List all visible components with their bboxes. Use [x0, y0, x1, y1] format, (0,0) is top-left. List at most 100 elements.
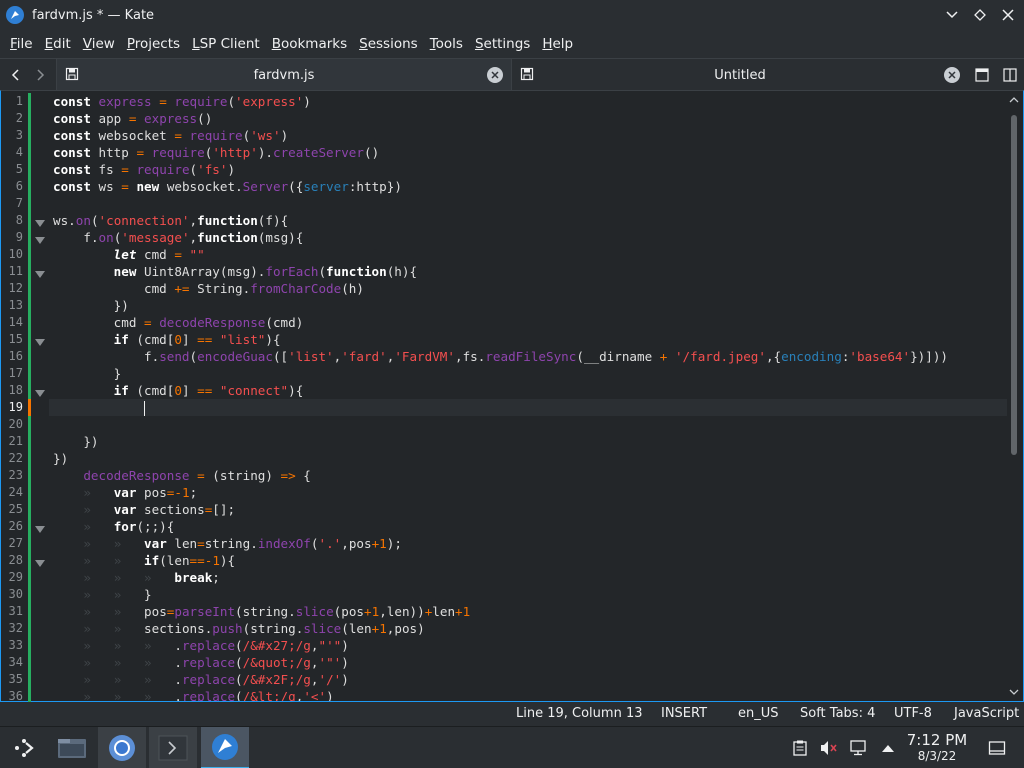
file-encoding[interactable]: UTF-8	[894, 702, 932, 726]
code-line[interactable]: » var pos=-1;	[49, 484, 1007, 501]
code-line[interactable]: » » » break;	[49, 569, 1007, 586]
line-number[interactable]: 26	[1, 518, 23, 535]
close-icon[interactable]	[996, 3, 1020, 27]
line-number[interactable]: 18	[1, 382, 23, 399]
code-line[interactable]: })	[49, 450, 1007, 467]
menu-edit[interactable]: Edit	[39, 30, 77, 58]
line-number[interactable]: 25	[1, 501, 23, 518]
line-number[interactable]: 23	[1, 467, 23, 484]
code-line[interactable]	[49, 416, 1007, 433]
line-number[interactable]: 7	[1, 195, 23, 212]
tab-fardvm-js[interactable]: fardvm.js	[56, 59, 512, 91]
code-line[interactable]: » » var len=string.indexOf('.',pos+1);	[49, 535, 1007, 552]
line-number[interactable]: 27	[1, 535, 23, 552]
syntax-mode[interactable]: JavaScript	[954, 702, 1019, 726]
line-number[interactable]: 28	[1, 552, 23, 569]
line-number-gutter[interactable]: 1 2 3 4 5 6 7 8 9 10 11 12 13 14 15 16 17 18 19 20 21 22 23 24 2…	[1, 91, 49, 705]
code-line[interactable]: const fs = require('fs')	[49, 161, 1007, 178]
line-number[interactable]: 5	[1, 161, 23, 178]
code-line[interactable]: » » sections.push(string.slice(len+1,pos…	[49, 620, 1007, 637]
split-view-icon[interactable]	[1002, 67, 1018, 83]
code-line[interactable]: let cmd = ""	[49, 246, 1007, 263]
menu-file[interactable]: File	[4, 30, 39, 58]
line-number[interactable]: 10	[1, 246, 23, 263]
minimize-icon[interactable]	[940, 3, 964, 27]
dictionary[interactable]: en_US	[738, 702, 779, 726]
code-line[interactable]: » » » .replace(/&lt;/g,'<')	[49, 688, 1007, 701]
scroll-down-icon[interactable]	[1007, 685, 1021, 699]
code-line[interactable]: })	[49, 297, 1007, 314]
line-number[interactable]: 24	[1, 484, 23, 501]
code-line[interactable]: » var sections=[];	[49, 501, 1007, 518]
fold-arrow-icon[interactable]	[35, 387, 45, 397]
code-line[interactable]: if (cmd[0] == "list"){	[49, 331, 1007, 348]
input-mode[interactable]: INSERT	[661, 702, 707, 726]
code-line[interactable]: }	[49, 365, 1007, 382]
clipboard-icon[interactable]	[791, 739, 809, 757]
line-number[interactable]: 29	[1, 569, 23, 586]
scroll-up-icon[interactable]	[1007, 93, 1021, 107]
code-line[interactable]: ws.on('connection',function(f){	[49, 212, 1007, 229]
code-line[interactable]: » » » .replace(/&quot;/g,'"')	[49, 654, 1007, 671]
code-line[interactable]: » for(;;){	[49, 518, 1007, 535]
code-line[interactable]	[49, 195, 1007, 212]
code-line[interactable]: » » » .replace(/&#x2F;/g,'/')	[49, 671, 1007, 688]
line-number[interactable]: 14	[1, 314, 23, 331]
chromium-icon[interactable]	[98, 727, 146, 768]
kate-icon[interactable]	[201, 727, 249, 768]
code-line[interactable]: f.send(encodeGuac(['list','fard','FardVM…	[49, 348, 1007, 365]
line-number[interactable]: 1	[1, 93, 23, 110]
line-number[interactable]: 4	[1, 144, 23, 161]
code-text-area[interactable]: const express = require('express') const …	[49, 91, 1007, 701]
vertical-scrollbar[interactable]	[1007, 93, 1021, 699]
tab-untitled[interactable]: Untitled	[512, 59, 968, 91]
keep-above-icon[interactable]	[968, 3, 992, 27]
code-line[interactable]: if (cmd[0] == "connect"){	[49, 382, 1007, 399]
volume-muted-icon[interactable]	[820, 739, 838, 757]
menu-help[interactable]: Help	[536, 30, 579, 58]
new-tab-icon[interactable]	[974, 67, 990, 83]
code-line[interactable]: » » }	[49, 586, 1007, 603]
line-number[interactable]: 30	[1, 586, 23, 603]
menu-sessions[interactable]: Sessions	[353, 30, 424, 58]
app-launcher-icon[interactable]	[0, 727, 48, 768]
line-number[interactable]: 3	[1, 127, 23, 144]
line-number[interactable]: 21	[1, 433, 23, 450]
line-number[interactable]: 33	[1, 637, 23, 654]
code-line[interactable]: decodeResponse = (string) => {	[49, 467, 1007, 484]
fold-arrow-icon[interactable]	[35, 523, 45, 533]
line-number[interactable]: 32	[1, 620, 23, 637]
line-number[interactable]: 12	[1, 280, 23, 297]
code-line[interactable]: f.on('message',function(msg){	[49, 229, 1007, 246]
menu-settings[interactable]: Settings	[469, 30, 536, 58]
fold-arrow-icon[interactable]	[35, 336, 45, 346]
code-line[interactable]: cmd += String.fromCharCode(h)	[49, 280, 1007, 297]
network-icon[interactable]	[850, 739, 868, 757]
back-arrow-icon[interactable]	[2, 59, 28, 91]
line-number[interactable]: 13	[1, 297, 23, 314]
menu-bookmarks[interactable]: Bookmarks	[266, 30, 353, 58]
code-line[interactable]	[49, 399, 1007, 416]
forward-arrow-icon[interactable]	[28, 59, 54, 91]
line-number[interactable]: 19	[1, 399, 23, 416]
tray-expand-icon[interactable]	[879, 739, 897, 757]
code-line[interactable]: » » » .replace(/&#x27;/g,"'")	[49, 637, 1007, 654]
code-line[interactable]: const ws = new websocket.Server({server:…	[49, 178, 1007, 195]
clock[interactable]: 7:12 PM 8/3/22	[900, 731, 974, 763]
code-editor[interactable]: 1 2 3 4 5 6 7 8 9 10 11 12 13 14 15 16 17 18 19 20 21 22 23 24 2…	[0, 90, 1024, 705]
code-line[interactable]: cmd = decodeResponse(cmd)	[49, 314, 1007, 331]
menu-projects[interactable]: Projects	[121, 30, 186, 58]
file-manager-icon[interactable]	[48, 727, 96, 768]
indentation-setting[interactable]: Soft Tabs: 4	[800, 702, 875, 726]
line-number[interactable]: 9	[1, 229, 23, 246]
menu-view[interactable]: View	[77, 30, 121, 58]
code-line[interactable]: » » pos=parseInt(string.slice(pos+1,len)…	[49, 603, 1007, 620]
close-tab-icon[interactable]	[944, 67, 960, 83]
code-line[interactable]: const http = require('http').createServe…	[49, 144, 1007, 161]
line-number[interactable]: 2	[1, 110, 23, 127]
code-line[interactable]: » » if(len==-1){	[49, 552, 1007, 569]
line-number[interactable]: 16	[1, 348, 23, 365]
menu-tools[interactable]: Tools	[424, 30, 469, 58]
fold-arrow-icon[interactable]	[35, 217, 45, 227]
code-line[interactable]: })	[49, 433, 1007, 450]
